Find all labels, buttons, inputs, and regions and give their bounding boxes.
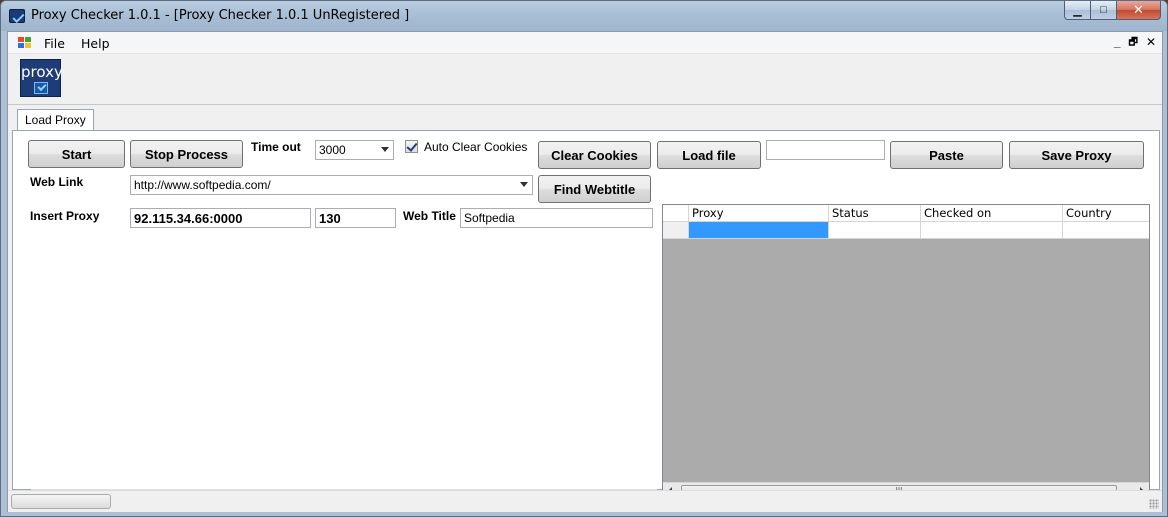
auto-clear-cookies-label: Auto Clear Cookies bbox=[424, 140, 528, 154]
check-icon bbox=[34, 82, 48, 94]
window-title: Proxy Checker 1.0.1 - [Proxy Checker 1.0… bbox=[31, 8, 410, 23]
menu-bar: File Help _ 🗗 ✕ bbox=[8, 32, 1162, 54]
chevron-down-icon[interactable] bbox=[520, 182, 528, 187]
maximize-button[interactable]: □ bbox=[1091, 1, 1117, 20]
progress-bar bbox=[11, 494, 111, 509]
auto-clear-cookies-checkbox[interactable] bbox=[405, 140, 418, 153]
grid-row-header[interactable] bbox=[663, 205, 689, 222]
insert-proxy-input[interactable]: 92.115.34.66:0000 bbox=[130, 208, 311, 228]
load-file-path[interactable] bbox=[766, 140, 885, 160]
insert-proxy-label: Insert Proxy bbox=[30, 209, 100, 223]
grid-header: Proxy Status Checked on Country bbox=[663, 205, 1149, 222]
stop-process-button[interactable]: Stop Process bbox=[130, 140, 243, 168]
save-proxy-button[interactable]: Save Proxy bbox=[1009, 141, 1144, 169]
minimize-icon: ▁ bbox=[1073, 4, 1082, 17]
app-icon bbox=[9, 9, 25, 23]
tab-load-proxy[interactable]: Load Proxy bbox=[17, 109, 94, 131]
column-proxy[interactable]: Proxy bbox=[689, 205, 829, 222]
maximize-icon: □ bbox=[1100, 4, 1107, 16]
title-bar[interactable]: Proxy Checker 1.0.1 - [Proxy Checker 1.0… bbox=[1, 1, 1167, 31]
mdi-restore-icon[interactable]: 🗗 bbox=[1129, 35, 1138, 52]
window-controls: ▁ □ ✕ bbox=[1064, 1, 1161, 21]
logo-text: proxy bbox=[21, 63, 63, 81]
column-country[interactable]: Country bbox=[1063, 205, 1149, 222]
web-title-label: Web Title bbox=[403, 209, 456, 223]
proxy-cell[interactable] bbox=[689, 222, 829, 238]
load-proxy-panel: Start Stop Process Time out 3000 Auto Cl… bbox=[12, 130, 1160, 502]
column-checked-on[interactable]: Checked on bbox=[921, 205, 1063, 222]
checked-on-cell[interactable] bbox=[921, 222, 1063, 238]
web-link-label: Web Link bbox=[30, 175, 84, 189]
timeout-select[interactable]: 3000 bbox=[315, 140, 394, 160]
minimize-button[interactable]: ▁ bbox=[1064, 1, 1091, 20]
clear-cookies-button[interactable]: Clear Cookies bbox=[538, 141, 651, 169]
start-button[interactable]: Start bbox=[28, 140, 125, 168]
mdi-minimize-icon[interactable]: _ bbox=[1114, 35, 1121, 52]
web-link-value: http://www.softpedia.com/ bbox=[134, 178, 271, 192]
mdi-window-icon[interactable] bbox=[18, 37, 31, 49]
web-title-input[interactable]: Softpedia bbox=[460, 208, 653, 228]
row-header-cell[interactable] bbox=[663, 222, 689, 238]
chevron-down-icon[interactable] bbox=[381, 147, 389, 152]
mdi-controls: _ 🗗 ✕ bbox=[1114, 35, 1156, 52]
toolbar: proxy bbox=[8, 55, 1162, 105]
table-row[interactable] bbox=[663, 222, 1149, 239]
proxy-grid[interactable]: Proxy Status Checked on Country III bbox=[662, 204, 1150, 500]
status-bar bbox=[8, 490, 1162, 512]
close-button[interactable]: ✕ bbox=[1117, 1, 1161, 20]
paste-button[interactable]: Paste bbox=[890, 141, 1003, 169]
client-area: File Help _ 🗗 ✕ proxy Load Proxy Start S… bbox=[7, 31, 1163, 512]
load-file-button[interactable]: Load file bbox=[657, 141, 761, 169]
proxy-logo: proxy bbox=[20, 59, 63, 97]
status-cell[interactable] bbox=[829, 222, 921, 238]
find-webtitle-button[interactable]: Find Webtitle bbox=[538, 175, 651, 203]
port-input[interactable]: 130 bbox=[315, 208, 396, 228]
mdi-close-icon[interactable]: ✕ bbox=[1146, 35, 1156, 52]
menu-file[interactable]: File bbox=[44, 36, 65, 51]
menu-help[interactable]: Help bbox=[81, 36, 110, 51]
timeout-value: 3000 bbox=[319, 143, 346, 157]
country-cell[interactable] bbox=[1063, 222, 1149, 238]
column-status[interactable]: Status bbox=[829, 205, 921, 222]
timeout-label: Time out bbox=[251, 140, 301, 154]
resize-grip-icon[interactable] bbox=[1149, 499, 1159, 509]
app-window: Proxy Checker 1.0.1 - [Proxy Checker 1.0… bbox=[0, 0, 1168, 517]
web-link-input[interactable]: http://www.softpedia.com/ bbox=[130, 175, 533, 195]
close-icon: ✕ bbox=[1133, 2, 1144, 17]
